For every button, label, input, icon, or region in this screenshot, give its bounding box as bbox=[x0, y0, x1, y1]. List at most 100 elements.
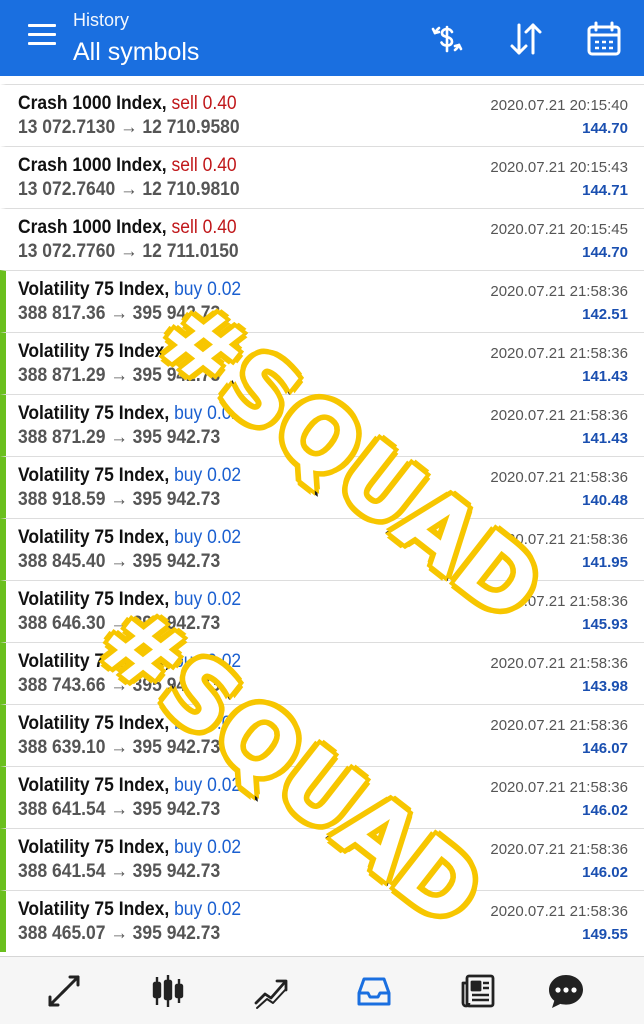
trade-volume: buy 0.02 bbox=[174, 775, 242, 796]
trade-profit: 149.55 bbox=[582, 926, 628, 943]
trade-profit: 140.48 bbox=[582, 492, 628, 509]
trade-symbol: Crash 1000 Index, bbox=[18, 155, 167, 176]
trade-row[interactable]: Volatility 75 Index, buy 0.02 388 641.54 … bbox=[0, 766, 644, 828]
trade-row[interactable]: Volatility 75 Index, buy 0.02 388 646.30 … bbox=[0, 580, 644, 642]
trade-volume: buy 0.02 bbox=[174, 899, 242, 920]
trade-prices: 13 072.7640 → 12 710.9810 bbox=[18, 179, 240, 200]
trade-prices: 388 743.66 → 395 942.73 bbox=[18, 675, 221, 696]
bottom-navigation bbox=[0, 956, 644, 1024]
calendar-icon[interactable] bbox=[581, 16, 627, 62]
history-icon[interactable] bbox=[348, 967, 400, 1015]
chat-icon[interactable] bbox=[540, 967, 592, 1015]
trade-time: 2020.07.21 21:58:36 bbox=[490, 779, 628, 796]
trade-symbol: Crash 1000 Index, bbox=[18, 93, 167, 114]
header-title[interactable]: All symbols bbox=[73, 38, 199, 67]
trade-row[interactable]: Crash 1000 Index, sell 0.40 13 072.7640 →… bbox=[0, 146, 644, 208]
trade-row[interactable]: Volatility 75 Index, buy 0.02 388 641.54 … bbox=[0, 828, 644, 890]
trade-icon[interactable] bbox=[245, 967, 297, 1015]
trade-row[interactable]: Volatility 75 Index, buy 0.02 388 871.29 … bbox=[0, 394, 644, 456]
trade-volume: buy 0.02 bbox=[174, 279, 242, 300]
trade-row[interactable]: Volatility 75 Index, buy 0.02 388 639.10 … bbox=[0, 704, 644, 766]
trade-title: Volatility 75 Index, buy 0.02 bbox=[18, 589, 241, 611]
currency-exchange-icon[interactable] bbox=[424, 16, 470, 62]
trade-symbol: Volatility 75 Index, bbox=[18, 651, 170, 672]
trade-volume: buy 0.02 bbox=[174, 837, 242, 858]
trade-title: Volatility 75 Index, buy 0.02 bbox=[18, 775, 241, 797]
trade-volume: buy 0.02 bbox=[174, 713, 242, 734]
trade-prices: 388 918.59 → 395 942.73 bbox=[18, 489, 221, 510]
chart-candles-icon[interactable] bbox=[142, 967, 194, 1015]
trade-profit: 143.98 bbox=[582, 678, 628, 695]
news-icon[interactable] bbox=[452, 967, 504, 1015]
trade-time: 2020.07.21 21:58:36 bbox=[490, 283, 628, 300]
trade-profit: 146.07 bbox=[582, 740, 628, 757]
trade-title: Crash 1000 Index, sell 0.40 bbox=[18, 155, 237, 177]
trade-volume: buy 0.02 bbox=[174, 527, 242, 548]
trade-title: Crash 1000 Index, sell 0.40 bbox=[18, 93, 237, 115]
trade-prices: 388 817.36 → 395 942.73 bbox=[18, 303, 221, 324]
trade-profit: 141.95 bbox=[582, 554, 628, 571]
app-header: History All symbols bbox=[0, 0, 644, 76]
trade-time: 2020.07.21 21:58:36 bbox=[490, 345, 628, 362]
trade-profit: 146.02 bbox=[582, 864, 628, 881]
trade-time: 2020.07.21 21:58:36 bbox=[490, 407, 628, 424]
header-subtitle: History bbox=[73, 10, 130, 30]
trade-prices: 13 072.7130 → 12 710.9580 bbox=[18, 117, 240, 138]
trade-profit: 144.71 bbox=[582, 182, 628, 199]
trade-time: 2020.07.21 21:58:36 bbox=[490, 841, 628, 858]
trade-prices: 388 641.54 → 395 942.73 bbox=[18, 861, 221, 882]
trade-symbol: Volatility 75 Index, bbox=[18, 589, 170, 610]
trade-row[interactable]: Volatility 75 Index, buy 0.02 388 845.40 … bbox=[0, 518, 644, 580]
trade-time: 2020.07.21 20:15:43 bbox=[490, 159, 628, 176]
trade-profit: 141.43 bbox=[582, 430, 628, 447]
trade-time: 2020.07.21 20:15:45 bbox=[490, 221, 628, 238]
trade-symbol: Volatility 75 Index, bbox=[18, 465, 170, 486]
trade-title: Volatility 75 Index, buy 0.02 bbox=[18, 527, 241, 549]
trade-profit: 141.43 bbox=[582, 368, 628, 385]
trade-profit: 142.51 bbox=[582, 306, 628, 323]
trade-volume: buy 0.02 bbox=[174, 589, 242, 610]
trade-title: Volatility 75 Index, buy 0.02 bbox=[18, 837, 241, 859]
trade-title: Volatility 75 Index, buy 0.02 bbox=[18, 651, 241, 673]
trade-time: 2020.07.21 21:58:36 bbox=[490, 903, 628, 920]
trade-symbol: Volatility 75 Index, bbox=[18, 713, 170, 734]
trade-volume: buy 0.02 bbox=[174, 651, 242, 672]
trade-symbol: Volatility 75 Index, bbox=[18, 775, 170, 796]
trade-symbol: Volatility 75 Index, bbox=[18, 527, 170, 548]
trade-profit: 144.70 bbox=[582, 120, 628, 137]
trade-title: Volatility 75 Index, buy 0.02 bbox=[18, 899, 241, 921]
trade-row[interactable]: Crash 1000 Index, sell 0.40 13 072.7760 →… bbox=[0, 208, 644, 270]
trade-row[interactable]: Volatility 75 Index, buy 0.02 388 817.36 … bbox=[0, 270, 644, 332]
quotes-icon[interactable] bbox=[38, 967, 90, 1015]
menu-icon[interactable] bbox=[22, 24, 62, 54]
trade-title: Volatility 75 Index, buy 0.02 bbox=[18, 341, 241, 363]
trade-symbol: Volatility 75 Index, bbox=[18, 837, 170, 858]
trade-profit: 144.70 bbox=[582, 244, 628, 261]
trade-prices: 13 072.7760 → 12 711.0150 bbox=[18, 241, 239, 262]
trade-time: 2020.07.21 21:58:36 bbox=[490, 717, 628, 734]
trade-prices: 388 845.40 → 395 942.73 bbox=[18, 551, 221, 572]
trade-row[interactable]: Crash 1000 Index, sell 0.40 13 072.7130 →… bbox=[0, 84, 644, 146]
trade-volume: buy 0.02 bbox=[174, 465, 242, 486]
trade-title: Volatility 75 Index, buy 0.02 bbox=[18, 465, 241, 487]
trade-time: 2020.07.21 21:58:36 bbox=[490, 593, 628, 610]
trade-title: Crash 1000 Index, sell 0.40 bbox=[18, 217, 237, 239]
trade-symbol: Crash 1000 Index, bbox=[18, 217, 167, 238]
trade-time: 2020.07.21 21:58:36 bbox=[490, 531, 628, 548]
trade-row[interactable]: Volatility 75 Index, buy 0.02 388 871.29 … bbox=[0, 332, 644, 394]
trade-time: 2020.07.21 21:58:36 bbox=[490, 469, 628, 486]
trade-prices: 388 646.30 → 395 942.73 bbox=[18, 613, 221, 634]
trade-symbol: Volatility 75 Index, bbox=[18, 899, 170, 920]
trade-row[interactable]: Volatility 75 Index, buy 0.02 388 918.59 … bbox=[0, 456, 644, 518]
trade-volume: sell 0.40 bbox=[171, 217, 237, 238]
trade-row[interactable]: Volatility 75 Index, buy 0.02 388 465.07 … bbox=[0, 890, 644, 952]
trade-time: 2020.07.21 20:15:40 bbox=[490, 97, 628, 114]
trade-symbol: Volatility 75 Index, bbox=[18, 279, 170, 300]
trade-time: 2020.07.21 21:58:36 bbox=[490, 655, 628, 672]
trade-symbol: Volatility 75 Index, bbox=[18, 341, 170, 362]
trade-prices: 388 641.54 → 395 942.73 bbox=[18, 799, 221, 820]
trade-row[interactable]: Volatility 75 Index, buy 0.02 388 743.66 … bbox=[0, 642, 644, 704]
sort-icon[interactable] bbox=[503, 16, 549, 62]
trade-title: Volatility 75 Index, buy 0.02 bbox=[18, 713, 241, 735]
trade-title: Volatility 75 Index, buy 0.02 bbox=[18, 403, 241, 425]
